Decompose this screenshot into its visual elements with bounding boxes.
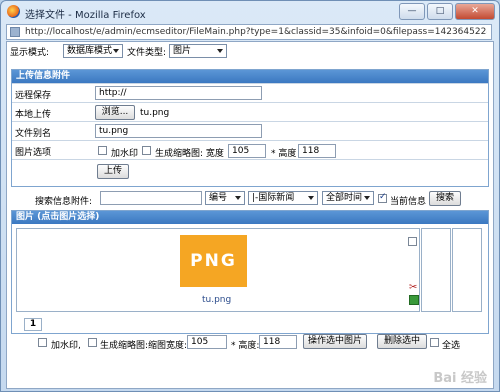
display-mode-select[interactable]: 数据库模式 [63,44,123,58]
footer-height-label: * 高度: [231,341,260,351]
remote-save-label: 远程保存 [15,91,52,101]
file-type-label: 文件类型: [127,48,167,58]
search-input[interactable] [100,191,202,205]
search-button[interactable]: 搜索 [429,191,461,206]
alias-input[interactable]: tu.png [95,124,262,138]
delete-selected-button[interactable]: 删除选中 [377,334,427,349]
image-options-row: 图片选项 加水印 生成缩略图: 宽度 105 * 高度 118 [12,140,488,160]
search-field-value: 编号 [209,193,228,203]
time-value: 全部时间 [326,193,363,203]
select-all-checkbox[interactable] [430,338,439,347]
current-info-checkbox[interactable] [378,192,387,203]
file-type-value: 图片 [173,46,192,56]
local-file-name: tu.png [140,108,170,118]
image-select-checkbox[interactable] [408,237,417,246]
watermark-checkbox[interactable] [98,146,107,155]
footer-thumbnail-checkbox[interactable] [88,338,97,347]
process-selected-button[interactable]: 操作选中图片 [303,334,367,349]
browser-window: 选择文件 - Mozilla Firefox — □ ✕ http://loca… [0,0,500,392]
upload-action-row: 上传 [12,159,488,182]
upload-button[interactable]: 上传 [97,164,129,179]
insert-icon[interactable] [409,295,419,305]
title-bar: 选择文件 - Mozilla Firefox — □ ✕ [1,1,499,23]
image-cell[interactable]: PNG tu.png ✂ [16,228,420,312]
footer-height-input[interactable]: 118 [259,335,297,349]
footer-thumbnail-label: 生成缩略图:缩图宽度: [100,341,188,351]
close-button[interactable]: ✕ [455,3,495,20]
png-file-icon[interactable]: PNG [180,235,247,287]
local-upload-label: 本地上传 [15,110,52,120]
upload-panel: 上传信息附件 远程保存 http:// 本地上传 浏览... tu.png 文件… [11,69,489,187]
watermark-label: 加水印 [111,149,139,159]
alias-label: 文件别名 [15,129,52,139]
image-cell-empty [421,228,451,312]
window-title: 选择文件 - Mozilla Firefox [25,10,146,21]
footer-watermark-checkbox[interactable] [38,338,47,347]
thumbnail-width-label: 生成缩略图: 宽度 [155,149,224,159]
page-number-link[interactable]: 1 [24,318,42,331]
file-type-select[interactable]: 图片 [169,44,227,58]
image-cell-empty [452,228,482,312]
chevron-down-icon [308,196,314,200]
maximize-button[interactable]: □ [427,3,453,20]
chevron-down-icon [113,49,119,53]
scissors-icon[interactable]: ✂ [409,282,417,293]
browse-button[interactable]: 浏览... [95,105,135,120]
remote-url-input[interactable]: http:// [95,86,262,100]
remote-save-row: 远程保存 http:// [12,83,488,103]
image-gallery-panel: 图片 (点击图片选择) PNG tu.png ✂ 1 [11,210,489,334]
thumbnail-height-label: * 高度 [271,149,297,159]
thumbnail-height-input[interactable]: 118 [298,144,336,158]
address-bar[interactable]: http://localhost/e/admin/ecmseditor/File… [6,24,492,40]
footer-watermark-label: 加水印, [51,341,81,351]
brand-watermark: Bai 经验 [433,371,487,386]
image-filename[interactable]: tu.png [202,295,231,305]
chevron-down-icon [364,196,370,200]
minimize-button[interactable]: — [399,3,425,20]
gallery-header: 图片 (点击图片选择) [12,211,488,224]
current-info-label: 当前信息 [390,197,427,207]
footer-width-input[interactable]: 105 [187,335,227,349]
display-mode-label: 显示模式: [10,48,50,58]
class-select[interactable]: |-国际新闻 [248,191,318,205]
class-value: |-国际新闻 [252,193,295,203]
chevron-down-icon [235,196,241,200]
search-field-select[interactable]: 编号 [205,191,245,205]
mode-toolbar: 显示模式: 数据库模式 文件类型: 图片 [7,42,493,60]
address-text[interactable]: http://localhost/e/admin/ecmseditor/File… [25,27,487,37]
time-select[interactable]: 全部时间 [322,191,374,205]
display-mode-value: 数据库模式 [67,46,113,56]
thumbnail-width-input[interactable]: 105 [228,144,266,158]
window-controls: — □ ✕ [397,3,495,20]
select-all-label: 全选 [442,341,461,351]
firefox-icon [7,5,20,18]
thumbnail-checkbox[interactable] [142,146,151,155]
local-upload-row: 本地上传 浏览... tu.png [12,102,488,122]
chevron-down-icon [217,49,223,53]
alias-row: 文件别名 tu.png [12,121,488,141]
image-options-label: 图片选项 [15,148,52,158]
search-label: 搜索信息附件: [35,197,93,207]
upload-panel-header: 上传信息附件 [12,70,488,83]
page-content: 显示模式: 数据库模式 文件类型: 图片 上传信息附件 远程保存 http://… [6,41,494,389]
page-icon [10,27,20,37]
